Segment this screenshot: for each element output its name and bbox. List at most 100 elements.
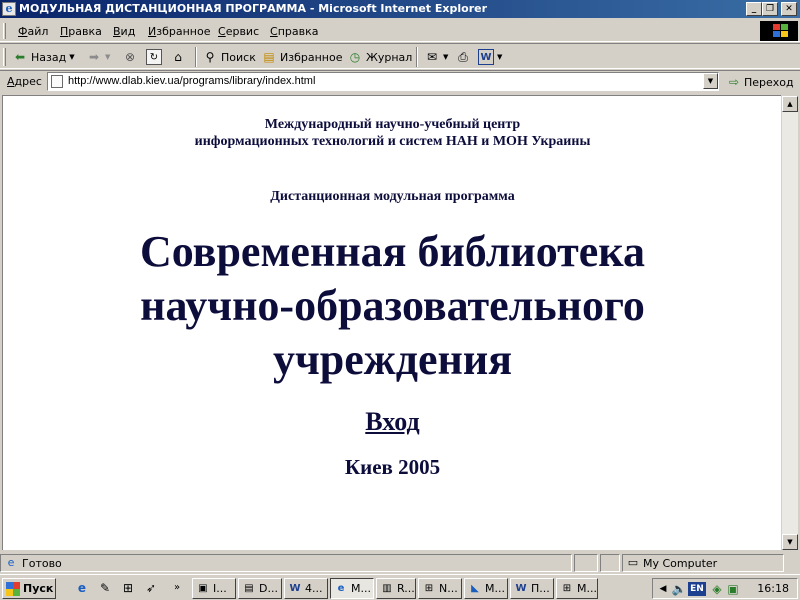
history-label: Журнал <box>366 50 413 64</box>
task-label: 4... <box>305 582 323 595</box>
enter-link[interactable]: Вход <box>365 407 419 436</box>
taskbar-window[interactable]: W П... <box>510 578 554 599</box>
tray-network-icon[interactable]: ◈ <box>709 581 725 597</box>
toolbar-separator <box>416 47 418 67</box>
address-input[interactable]: http://www.dlab.kiev.ua/programs/library… <box>47 72 719 91</box>
back-label: Назад <box>31 50 67 64</box>
task-label: М... <box>351 582 371 595</box>
menu-tools[interactable]: Сервис <box>218 25 259 38</box>
address-url[interactable]: http://www.dlab.kiev.ua/programs/library… <box>68 75 315 87</box>
menu-edit[interactable]: Правка <box>60 25 102 38</box>
printer-icon: ⎙ <box>458 50 468 64</box>
notepad-quicklaunch-icon[interactable]: ✎ <box>97 580 113 596</box>
stop-button[interactable]: ⊗ <box>122 47 138 67</box>
restore-button[interactable]: ❐ <box>762 2 778 16</box>
dropdown-arrow-icon[interactable]: ▼ <box>105 53 110 61</box>
menu-view[interactable]: Вид <box>113 25 135 38</box>
institute-line-2: информационных технологий и систем НАН и… <box>194 134 591 149</box>
task-label: N... <box>439 582 458 595</box>
home-button[interactable]: ⌂ <box>170 47 186 67</box>
windows-logo-icon <box>760 21 798 41</box>
toolbar-grip[interactable] <box>3 23 6 39</box>
page-body: Международный научно-учебный центр инфор… <box>3 96 781 480</box>
search-icon: ⚲ <box>205 50 215 64</box>
dropdown-arrow-icon[interactable]: ▼ <box>497 53 502 61</box>
toolbar-separator <box>195 47 197 67</box>
back-button[interactable]: ⬅ Назад ▼ <box>12 47 75 67</box>
app-icon: ⊞ <box>562 582 572 594</box>
home-icon: ⌂ <box>174 50 182 64</box>
security-zone: My Computer <box>643 557 718 570</box>
toolbar-grip[interactable] <box>3 48 6 66</box>
dropdown-arrow-icon[interactable]: ▼ <box>69 53 74 61</box>
print-button[interactable]: ⎙ <box>455 47 471 67</box>
task-label: D... <box>259 582 278 595</box>
back-arrow-icon: ⬅ <box>14 50 26 64</box>
more-quicklaunch-icon[interactable]: » <box>169 580 185 596</box>
folder-icon: ▤ <box>244 582 254 594</box>
page-content[interactable]: Международный научно-учебный центр инфор… <box>2 95 781 550</box>
ie-icon: e <box>2 2 16 16</box>
ie-quicklaunch-icon[interactable]: e <box>74 580 90 596</box>
edit-button[interactable]: W ▼ <box>478 47 502 67</box>
mail-button[interactable]: ✉ ▼ <box>424 47 448 67</box>
taskbar-window[interactable]: W 4... <box>284 578 328 599</box>
language-indicator[interactable]: EN <box>688 582 706 596</box>
start-button[interactable]: Пуск <box>2 578 56 599</box>
ie-icon: e <box>337 582 345 594</box>
task-label: R... <box>397 582 415 595</box>
menu-help[interactable]: Справка <box>270 25 318 38</box>
go-button[interactable]: ⇨ Переход <box>726 73 794 91</box>
scroll-up-button[interactable]: ▲ <box>782 96 798 112</box>
search-button[interactable]: ⚲ Поиск <box>202 47 256 67</box>
network-quicklaunch-icon[interactable]: ⊞ <box>120 580 136 596</box>
tray-arrow-icon[interactable]: ◀ <box>655 581 671 597</box>
go-label: Переход <box>744 75 794 89</box>
taskbar-window[interactable]: ◣ М... <box>464 578 508 599</box>
vertical-scrollbar[interactable]: ▲ ▼ <box>782 96 798 550</box>
taskbar-window[interactable]: ▣ I... <box>192 578 236 599</box>
clock[interactable]: 16:18 <box>757 582 789 595</box>
taskbar-window[interactable]: ▥ R... <box>376 578 416 599</box>
app-icon: ◣ <box>471 582 479 594</box>
close-button[interactable]: ✕ <box>781 2 797 16</box>
refresh-button[interactable]: ↻ <box>146 47 162 67</box>
search-label: Поиск <box>221 50 256 64</box>
favorites-button[interactable]: ▤ Избранное <box>261 47 342 67</box>
tray-shield-icon[interactable]: ▣ <box>725 581 741 597</box>
favorites-icon: ▤ <box>263 50 275 64</box>
page-title-line-2: научно-образовательного <box>140 281 645 330</box>
page-title-line-1: Современная библиотека <box>140 227 645 276</box>
forward-arrow-icon: ➡ <box>88 50 100 64</box>
task-label: I... <box>213 582 227 595</box>
taskbar-window[interactable]: ⊞ М... <box>556 578 598 599</box>
forward-button[interactable]: ➡ ▼ <box>86 47 110 67</box>
windows-flag-icon <box>6 581 20 596</box>
ie-page-icon: e <box>7 556 15 569</box>
page-icon <box>51 75 63 88</box>
taskbar-window[interactable]: ⊞ N... <box>418 578 462 599</box>
address-dropdown-button[interactable]: ▼ <box>703 73 718 89</box>
favorites-label: Избранное <box>280 50 343 64</box>
volume-icon[interactable]: 🔈 <box>671 581 687 597</box>
dropdown-arrow-icon[interactable]: ▼ <box>443 53 448 61</box>
task-label: М... <box>485 582 505 595</box>
program-heading: Дистанционная модульная программа <box>270 189 515 204</box>
menu-file[interactable]: Файл <box>18 25 48 38</box>
menu-bar: Файл Правка Вид Избранное Сервис Справка <box>0 20 800 42</box>
window-icon: ▣ <box>198 582 208 594</box>
minimize-button[interactable]: _ <box>746 2 762 16</box>
address-bar: Адрес http://www.dlab.kiev.ua/programs/l… <box>0 70 800 92</box>
go-arrow-icon: ⇨ <box>728 75 740 89</box>
cursor-quicklaunch-icon[interactable]: ➶ <box>143 580 159 596</box>
document-icon: ▥ <box>382 582 392 594</box>
history-button[interactable]: ◷ Журнал <box>347 47 413 67</box>
title-bar[interactable]: e МОДУЛЬНАЯ ДИСТАНЦИОННАЯ ПРОГРАММА - Mi… <box>0 0 800 18</box>
taskbar-window-active[interactable]: e М... <box>330 578 374 599</box>
menu-favorites[interactable]: Избранное <box>148 25 210 38</box>
window-title: МОДУЛЬНАЯ ДИСТАНЦИОННАЯ ПРОГРАММА - Micr… <box>19 2 487 15</box>
task-label: П... <box>531 582 550 595</box>
taskbar-window[interactable]: ▤ D... <box>238 578 282 599</box>
mail-icon: ✉ <box>426 50 438 64</box>
scroll-down-button[interactable]: ▼ <box>782 534 798 550</box>
